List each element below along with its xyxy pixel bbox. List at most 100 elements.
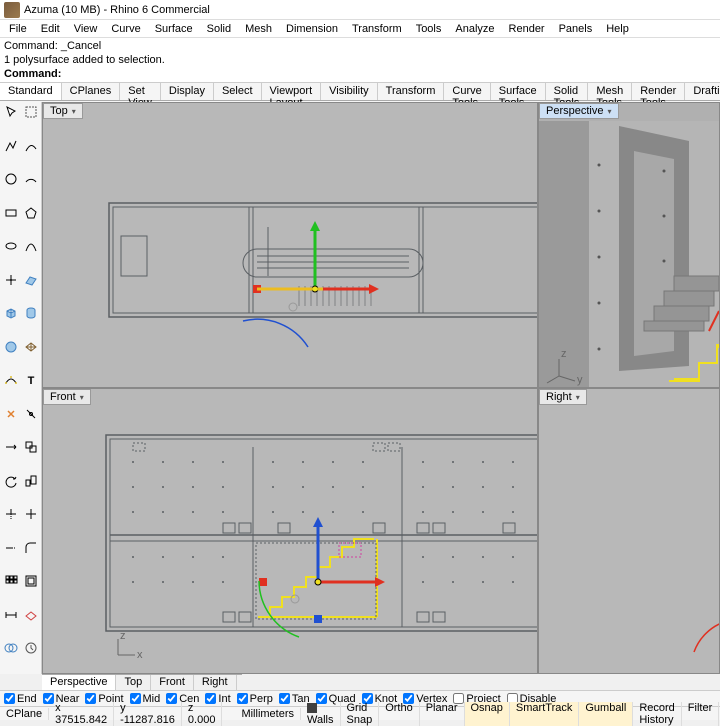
cylinder-icon[interactable]: [21, 304, 41, 322]
history-icon[interactable]: [21, 639, 41, 657]
status-planar[interactable]: Planar: [420, 702, 465, 726]
arc-icon[interactable]: [21, 170, 41, 188]
status-bar: CPlane x 37515.842 y -11287.816 z 0.000 …: [0, 706, 720, 720]
dimension-icon[interactable]: [1, 606, 21, 624]
side-toolbox: T: [0, 102, 42, 674]
ellipse-icon[interactable]: [1, 237, 21, 255]
viewport-front[interactable]: Front▾: [43, 389, 537, 673]
menu-help[interactable]: Help: [599, 23, 636, 35]
status-filter[interactable]: Filter: [682, 702, 719, 726]
osnap-perp[interactable]: Perp: [237, 693, 273, 705]
title-bar: Azuma (10 MB) - Rhino 6 Commercial: [0, 0, 720, 20]
viewport-right[interactable]: Right▾: [539, 389, 719, 673]
offset-icon[interactable]: [21, 572, 41, 590]
menu-file[interactable]: File: [2, 23, 34, 35]
status-history[interactable]: Record History: [633, 702, 681, 726]
status-gumball[interactable]: Gumball: [579, 702, 633, 726]
move-icon[interactable]: [1, 438, 21, 456]
polyline-icon[interactable]: [1, 137, 21, 155]
osnap-end[interactable]: End: [4, 693, 37, 705]
menu-curve[interactable]: Curve: [104, 23, 147, 35]
svg-text:T: T: [28, 375, 35, 387]
circle-icon[interactable]: [1, 170, 21, 188]
tab-curvetools[interactable]: Curve Tools: [444, 83, 490, 100]
viewport-title-right[interactable]: Right▾: [539, 389, 587, 405]
scale-icon[interactable]: [21, 472, 41, 490]
menu-render[interactable]: Render: [502, 23, 552, 35]
lasso-icon[interactable]: [21, 103, 41, 121]
text-icon[interactable]: T: [21, 371, 41, 389]
rotate-icon[interactable]: [1, 472, 21, 490]
tab-cplanes[interactable]: CPlanes: [62, 83, 121, 100]
tab-setview[interactable]: Set View: [120, 83, 161, 100]
array-icon[interactable]: [1, 572, 21, 590]
status-cplane[interactable]: CPlane: [0, 708, 49, 720]
tab-transform[interactable]: Transform: [378, 83, 445, 100]
polygon-icon[interactable]: [21, 204, 41, 222]
app-logo-icon: [4, 2, 20, 18]
tab-drafting[interactable]: Drafting: [685, 83, 720, 100]
tab-meshtools[interactable]: Mesh Tools: [588, 83, 632, 100]
explode-icon[interactable]: [1, 405, 21, 423]
split-icon[interactable]: [21, 505, 41, 523]
menu-surface[interactable]: Surface: [148, 23, 200, 35]
cplane-icon[interactable]: [21, 606, 41, 624]
tab-display[interactable]: Display: [161, 83, 214, 100]
status-gridsnap[interactable]: Grid Snap: [341, 702, 380, 726]
tab-standard[interactable]: Standard: [0, 83, 62, 100]
boolean-icon[interactable]: [1, 639, 21, 657]
status-smarttrack[interactable]: SmartTrack: [510, 702, 579, 726]
vtab-front[interactable]: Front: [151, 675, 194, 690]
perspective-drawing: z y: [539, 121, 719, 387]
tab-solidtools[interactable]: Solid Tools: [546, 83, 589, 100]
vtab-perspective[interactable]: Perspective: [42, 675, 116, 690]
box-icon[interactable]: [1, 304, 21, 322]
status-osnap[interactable]: Osnap: [465, 702, 510, 726]
svg-text:z: z: [120, 630, 126, 642]
command-prompt[interactable]: Command:: [4, 67, 716, 81]
tab-viewportlayout[interactable]: Viewport Layout: [262, 83, 322, 100]
vtab-top[interactable]: Top: [116, 675, 151, 690]
tab-visibility[interactable]: Visibility: [321, 83, 378, 100]
conic-icon[interactable]: [21, 237, 41, 255]
menu-view[interactable]: View: [67, 23, 105, 35]
menu-edit[interactable]: Edit: [34, 23, 67, 35]
viewport-title-perspective[interactable]: Perspective▾: [539, 103, 619, 119]
status-ortho[interactable]: Ortho: [379, 702, 420, 726]
trim-icon[interactable]: [1, 505, 21, 523]
points-on-icon[interactable]: [1, 371, 21, 389]
menu-transform[interactable]: Transform: [345, 23, 409, 35]
viewport-title-front[interactable]: Front▾: [43, 389, 91, 405]
tab-surfacetools[interactable]: Surface Tools: [491, 83, 546, 100]
menu-panels[interactable]: Panels: [552, 23, 600, 35]
vtab-right[interactable]: Right: [194, 675, 237, 690]
viewport-title-top[interactable]: Top▾: [43, 103, 83, 119]
tab-rendertools[interactable]: Render Tools: [632, 83, 685, 100]
viewport-perspective[interactable]: Perspective▾: [539, 103, 719, 387]
main-area: T Top▾: [0, 102, 720, 674]
dropdown-icon: ▾: [576, 393, 580, 402]
rectangle-icon[interactable]: [1, 204, 21, 222]
menu-tools[interactable]: Tools: [409, 23, 449, 35]
fillet-icon[interactable]: [21, 539, 41, 557]
viewport-top[interactable]: Top▾: [43, 103, 537, 387]
dropdown-icon: ▾: [80, 393, 84, 402]
copy-tool-icon[interactable]: [21, 438, 41, 456]
tab-select[interactable]: Select: [214, 83, 262, 100]
status-layer[interactable]: Walls: [301, 702, 340, 726]
status-x: x 37515.842: [49, 702, 114, 726]
curve-icon[interactable]: [21, 137, 41, 155]
menu-dimension[interactable]: Dimension: [279, 23, 345, 35]
menu-mesh[interactable]: Mesh: [238, 23, 279, 35]
surface-icon[interactable]: [21, 271, 41, 289]
sphere-icon[interactable]: [1, 338, 21, 356]
join-icon[interactable]: [21, 405, 41, 423]
mesh-icon[interactable]: [21, 338, 41, 356]
extend-icon[interactable]: [1, 539, 21, 557]
dropdown-icon: ▾: [72, 107, 76, 116]
point-icon[interactable]: [1, 271, 21, 289]
selection-icon[interactable]: [1, 103, 21, 121]
menu-analyze[interactable]: Analyze: [448, 23, 501, 35]
status-units[interactable]: Millimeters: [235, 708, 301, 720]
menu-solid[interactable]: Solid: [200, 23, 238, 35]
